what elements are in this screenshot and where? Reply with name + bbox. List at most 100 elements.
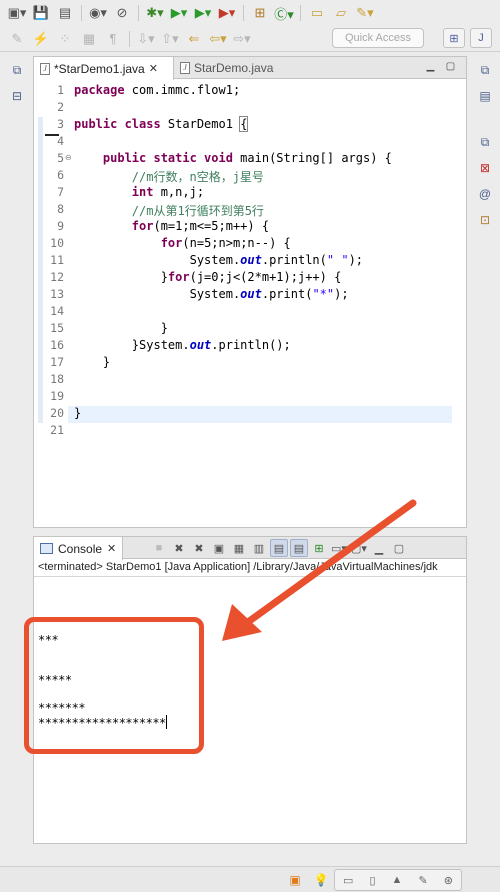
open-task-icon[interactable]: ▱ <box>330 3 352 23</box>
learn-icon[interactable]: ▲ <box>392 874 403 886</box>
new-java-class-icon[interactable]: Ⓒ▾ <box>273 3 295 23</box>
line-number: 12 <box>50 270 64 284</box>
code-line[interactable]: System.out.print("*"); <box>74 287 349 301</box>
main-toolbar: ▣▾ 💾 ▤ ◉▾ ⊘ ✱▾ ▶▾ ▶▾ ▶▾ ⊞ Ⓒ▾ ▭ ▱ ✎▾ <box>0 0 500 26</box>
tab-stardemo1[interactable]: J *StarDemo1.java ✕ <box>34 57 174 80</box>
new-java-package-icon[interactable]: ⊞ <box>249 3 271 23</box>
lightbulb-icon[interactable]: 💡 <box>312 871 330 889</box>
show-whitespace-icon[interactable]: ⁘ <box>54 29 76 49</box>
javadoc-icon[interactable]: @ <box>475 184 495 204</box>
next-annotation-icon[interactable]: ⇩▾ <box>135 29 157 49</box>
change-ruler <box>38 406 43 423</box>
console-tab-bar: Console ✕ ■ ✖ ✖ ▣ ▦ ▥ ▤ ▤ ⊞ ▭▾ ▢▾ ▁ ▢ <box>34 537 466 560</box>
remove-launch-icon[interactable]: ✖ <box>170 539 188 557</box>
search-icon[interactable]: ✎▾ <box>354 3 376 23</box>
remove-all-launches-icon[interactable]: ✖ <box>190 539 208 557</box>
word-wrap-icon[interactable]: ▥ <box>250 539 268 557</box>
open-type-icon[interactable]: ▭ <box>306 3 328 23</box>
new-wizard-icon[interactable]: ▣▾ <box>6 3 28 23</box>
wand-icon[interactable]: ✎ <box>418 874 427 887</box>
restore-icon[interactable]: ⧉ <box>7 60 27 80</box>
code-line[interactable]: for(m=1;m<=5;m++) { <box>74 219 269 233</box>
minimize-icon[interactable]: ▁ <box>424 61 437 73</box>
open-console-icon[interactable]: ▢▾ <box>350 539 368 557</box>
maximize-icon[interactable]: ▢ <box>444 61 457 73</box>
external-tools-icon[interactable]: ▶▾ <box>216 3 238 23</box>
line-number: 3 <box>57 117 64 131</box>
console-icon <box>40 543 53 554</box>
close-icon[interactable]: ✕ <box>107 542 116 555</box>
editor-pane: J *StarDemo1.java ✕ J StarDemo.java ▁ ▢ … <box>33 56 467 528</box>
toggle-block-selection-icon[interactable]: ⚡ <box>30 29 52 49</box>
line-number: 18 <box>50 372 64 386</box>
declaration-icon[interactable]: ⊡ <box>475 210 495 230</box>
java-perspective-icon[interactable]: J <box>470 28 492 48</box>
code-line[interactable]: //m从第1行循环到第5行 <box>74 202 264 219</box>
java-file-icon: J <box>40 62 50 75</box>
fold-icon[interactable]: ⊖ <box>65 153 72 162</box>
tab-console[interactable]: Console ✕ <box>34 537 124 560</box>
right-trim-stack: ⧉ ▤ ⧉ ⊠ @ ⊡ <box>472 60 498 230</box>
previous-annotation-icon[interactable]: ⇧▾ <box>159 29 181 49</box>
code-line[interactable]: package com.immc.flow1; <box>74 83 240 97</box>
tab-stardemo[interactable]: J StarDemo.java <box>174 57 294 79</box>
code-line[interactable]: } <box>74 355 110 369</box>
code-line[interactable]: } <box>74 321 168 335</box>
highlight-box <box>24 617 204 754</box>
run-icon[interactable]: ▶▾ <box>168 3 190 23</box>
task-list-icon[interactable]: ▭ <box>343 874 353 887</box>
show-whitespace-characters-icon[interactable]: ¶ <box>102 29 124 49</box>
line-number: 10 <box>50 236 64 250</box>
code-line[interactable]: public class StarDemo1 { <box>74 116 249 132</box>
outline-icon[interactable]: ▤ <box>475 86 495 106</box>
clear-console-icon[interactable]: ▣ <box>210 539 228 557</box>
close-icon[interactable]: ✕ <box>149 62 158 75</box>
help-icon[interactable]: ⊛ <box>444 874 453 887</box>
package-explorer-icon[interactable]: ⊟ <box>7 86 27 106</box>
debug-icon[interactable]: ✱▾ <box>144 3 166 23</box>
line-number: 2 <box>57 100 64 114</box>
forward-icon[interactable]: ⇨▾ <box>231 29 253 49</box>
code-line[interactable]: }for(j=0;j<(2*m+1);j++) { <box>74 270 342 284</box>
format-icon[interactable]: ▦ <box>78 29 100 49</box>
code-line[interactable]: }System.out.println(); <box>74 338 291 352</box>
code-area[interactable]: 1 package com.immc.flow1; 2 3 public class S… <box>34 79 466 527</box>
minimize-icon[interactable]: ▁ <box>370 539 388 557</box>
save-icon[interactable]: 💾 <box>30 3 52 23</box>
code-line[interactable]: for(n=5;n>m;n--) { <box>74 236 291 250</box>
save-all-icon[interactable]: ▤ <box>54 3 76 23</box>
rss-icon[interactable]: ▣ <box>286 871 304 889</box>
terminate-icon[interactable]: ■ <box>150 539 168 557</box>
profile-icon[interactable]: ◉▾ <box>87 3 109 23</box>
code-line[interactable]: int m,n,j; <box>74 185 204 199</box>
last-edit-location-icon[interactable]: ⇐ <box>183 29 205 49</box>
map-icon[interactable]: ▯ <box>369 874 375 887</box>
change-ruler <box>38 151 43 406</box>
run-config-icon[interactable]: ▶▾ <box>192 3 214 23</box>
scroll-lock-icon[interactable]: ▦ <box>230 539 248 557</box>
toggle-mark-occurrences-icon[interactable]: ✎ <box>6 29 28 49</box>
skip-breakpoints-icon[interactable]: ⊘ <box>111 3 133 23</box>
show-on-stderr-icon[interactable]: ▤ <box>290 539 308 557</box>
show-on-stdout-icon[interactable]: ▤ <box>270 539 288 557</box>
line-number: 20 <box>50 406 64 420</box>
quick-access-field[interactable]: Quick Access <box>332 28 424 48</box>
display-console-icon[interactable]: ▭▾ <box>330 539 348 557</box>
open-perspective-icon[interactable]: ⊞ <box>443 28 465 48</box>
code-line[interactable]: //m行数，n空格，j星号 <box>74 168 264 185</box>
tab-label: *StarDemo1.java <box>54 61 145 76</box>
line-number: 19 <box>50 389 64 403</box>
restore-icon[interactable]: ⧉ <box>475 60 495 80</box>
code-line[interactable]: } <box>74 406 81 420</box>
code-line[interactable]: System.out.println(" "); <box>74 253 363 267</box>
problems-icon[interactable]: ⊠ <box>475 158 495 178</box>
pin-console-icon[interactable]: ⊞ <box>310 539 328 557</box>
code-line[interactable]: public static void main(String[] args) { <box>74 151 392 165</box>
maximize-icon[interactable]: ▢ <box>390 539 408 557</box>
back-icon[interactable]: ⇦▾ <box>207 29 229 49</box>
line-number: 1 <box>57 83 64 97</box>
edit-toolbar: ✎ ⚡ ⁘ ▦ ¶ ⇩▾ ⇧▾ ⇐ ⇦▾ ⇨▾ Quick Access ⊞ J <box>0 26 500 52</box>
restore-icon[interactable]: ⧉ <box>475 132 495 152</box>
line-number: 4 <box>57 134 64 148</box>
fast-view-group: ▭ ▯ ▲ ✎ ⊛ <box>334 869 462 891</box>
